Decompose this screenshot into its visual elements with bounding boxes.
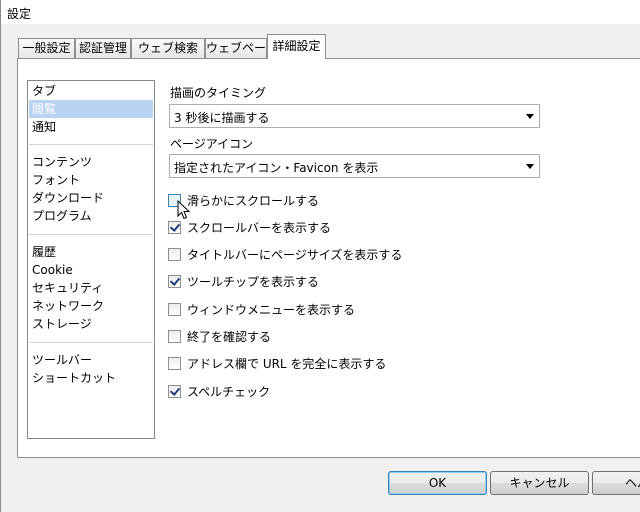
nav-item-storage[interactable]: ストレージ xyxy=(29,315,153,333)
checkbox-box[interactable] xyxy=(168,357,181,370)
cancel-button[interactable]: キャンセル xyxy=(490,471,589,495)
nav-item-network[interactable]: ネットワーク xyxy=(29,297,153,315)
nav-divider xyxy=(29,144,153,145)
checkbox-label: 終了を確認する xyxy=(187,330,272,344)
nav-item-shortcuts[interactable]: ショートカット xyxy=(29,369,153,387)
chevron-down-icon xyxy=(526,164,534,169)
settings-window: 設定 一般設定 認証管理 ウェブ検索 ウェブページ 詳細設定 タブ 閲覧 通知 … xyxy=(0,0,640,512)
nav-item-history[interactable]: 履歴 xyxy=(29,243,153,261)
nav-item-tabs[interactable]: タブ xyxy=(29,82,153,100)
page-icon-label: ページアイコン xyxy=(170,137,254,151)
checkbox-label: スペルチェック xyxy=(187,385,271,399)
nav-item-fonts[interactable]: フォント xyxy=(29,171,153,189)
nav-item-browsing[interactable]: 閲覧 xyxy=(29,100,153,118)
help-button[interactable]: ヘルプ xyxy=(592,471,640,495)
nav-item-downloads[interactable]: ダウンロード xyxy=(29,189,153,207)
tab-web-search[interactable]: ウェブ検索 xyxy=(131,38,205,58)
help-button-label: ヘルプ xyxy=(625,476,640,490)
window-title: 設定 xyxy=(7,7,32,21)
checkbox-label: アドレス欄で URL を完全に表示する xyxy=(187,357,387,371)
checkbox-box[interactable] xyxy=(168,275,181,288)
page-icon-select-value: 指定されたアイコン・Favicon を表示 xyxy=(174,161,379,175)
checkbox-label: タイトルバーにページサイズを表示する xyxy=(187,248,403,262)
timing-select[interactable]: 3 秒後に描画する xyxy=(169,104,540,128)
checkbox-box[interactable] xyxy=(168,330,181,343)
checkbox-label: スクロールバーを表示する xyxy=(187,221,332,235)
checkbox-label: 滑らかにスクロールする xyxy=(187,194,320,208)
nav-item-programs[interactable]: プログラム xyxy=(29,207,153,225)
tab-web-page[interactable]: ウェブページ xyxy=(205,38,278,58)
nav-divider xyxy=(29,342,153,343)
ok-button[interactable]: OK xyxy=(388,471,487,495)
timing-label: 描画のタイミング xyxy=(170,86,267,100)
nav-divider xyxy=(29,234,153,235)
tab-advanced[interactable]: 詳細設定 xyxy=(267,34,326,59)
chevron-down-icon xyxy=(526,114,534,119)
title-bar[interactable]: 設定 xyxy=(1,0,640,24)
timing-select-value: 3 秒後に描画する xyxy=(174,111,270,125)
arrow-pointer-icon xyxy=(177,200,191,220)
nav-item-cookie[interactable]: Cookie xyxy=(29,261,153,279)
checkbox-box[interactable] xyxy=(168,221,181,234)
page-icon-select[interactable]: 指定されたアイコン・Favicon を表示 xyxy=(169,154,540,178)
checkbox-label: ツールチップを表示する xyxy=(187,275,320,289)
checkbox-label: ウィンドウメニューを表示する xyxy=(187,303,356,317)
tab-general[interactable]: 一般設定 xyxy=(18,38,75,58)
checkbox-box[interactable] xyxy=(168,385,181,398)
checkbox-box[interactable] xyxy=(168,303,181,316)
tab-auth[interactable]: 認証管理 xyxy=(75,38,131,58)
nav-item-toolbar[interactable]: ツールバー xyxy=(29,351,153,369)
checkbox-box[interactable] xyxy=(168,248,181,261)
nav-item-notifications[interactable]: 通知 xyxy=(29,118,153,136)
category-list[interactable]: タブ 閲覧 通知 コンテンツ フォント ダウンロード プログラム 履歴 Cook… xyxy=(27,80,155,439)
nav-item-security[interactable]: セキュリティ xyxy=(29,279,153,297)
nav-item-contents[interactable]: コンテンツ xyxy=(29,153,153,171)
